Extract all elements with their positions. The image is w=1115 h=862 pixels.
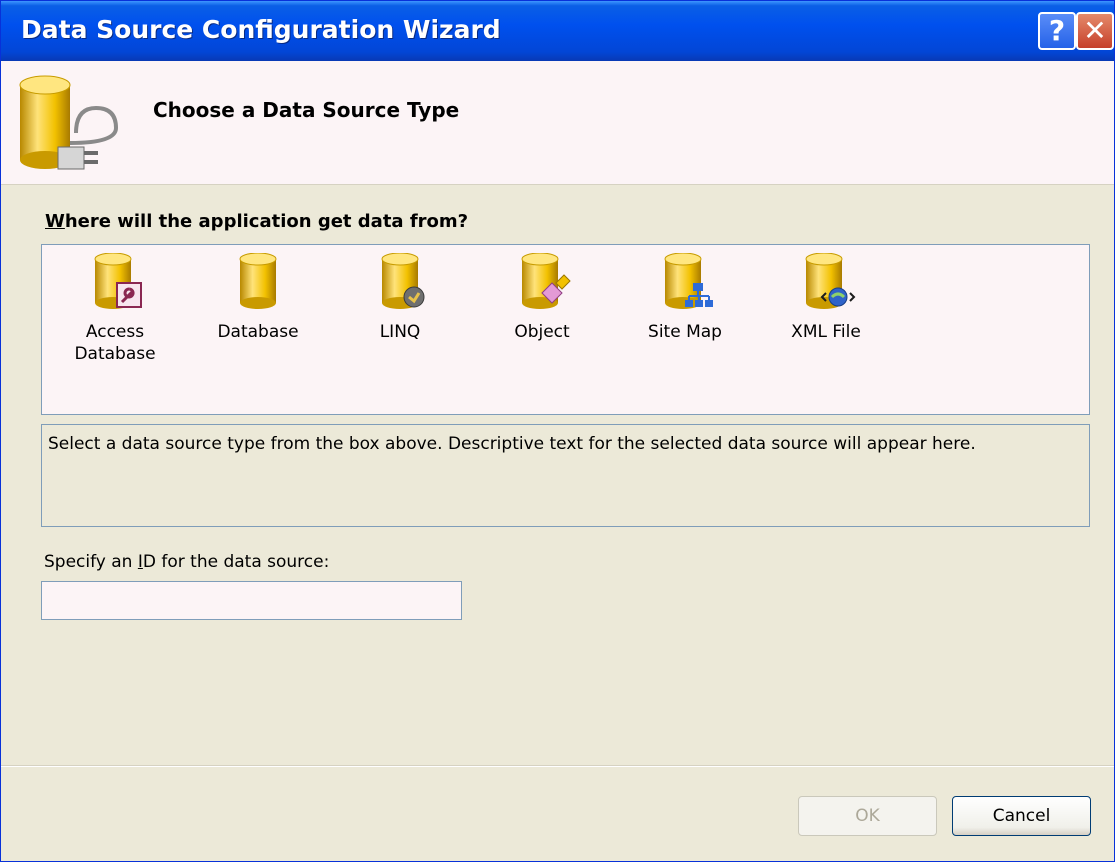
question-text: here will the application get data from? — [64, 211, 469, 232]
source-label-line1: Database — [217, 322, 299, 342]
source-description-text: Select a data source type from the box a… — [48, 434, 976, 454]
source-label-line2: Database — [74, 344, 156, 364]
database-plug-icon — [19, 75, 119, 170]
source-label-line1: Object — [514, 322, 570, 342]
close-icon: ✕ — [1083, 14, 1107, 47]
help-icon: ? — [1048, 14, 1066, 47]
xml-file-icon — [805, 253, 856, 309]
help-button[interactable]: ? — [1038, 12, 1076, 50]
source-item-xml-file[interactable]: XML File — [771, 253, 881, 343]
source-item-access-database[interactable]: Access Database — [60, 253, 170, 365]
source-item-linq[interactable]: LINQ — [345, 253, 455, 343]
cancel-button[interactable]: Cancel — [952, 796, 1091, 836]
ok-button[interactable]: OK — [798, 796, 937, 836]
close-button[interactable]: ✕ — [1076, 12, 1114, 50]
source-label-line1: Access — [85, 322, 145, 342]
database-icon — [239, 253, 277, 309]
linq-icon — [381, 253, 425, 309]
title-bar[interactable]: Data Source Configuration Wizard ? ✕ — [1, 1, 1114, 61]
access-database-icon — [94, 253, 142, 309]
site-map-icon — [664, 253, 713, 309]
id-field-label: Specify an ID for the data source: — [44, 552, 329, 572]
window-title: Data Source Configuration Wizard — [21, 15, 501, 44]
source-description-box: Select a data source type from the box a… — [41, 424, 1090, 527]
id-label-prefix: Specify an — [44, 552, 138, 572]
footer-separator — [1, 765, 1114, 767]
source-item-object[interactable]: Object — [487, 253, 597, 343]
source-item-site-map[interactable]: Site Map — [630, 253, 740, 343]
wizard-window: Data Source Configuration Wizard ? ✕ Cho… — [0, 0, 1115, 862]
id-label-suffix: D for the data source: — [142, 552, 330, 572]
wizard-header: Choose a Data Source Type — [1, 61, 1114, 185]
source-label-line1: XML File — [791, 322, 861, 342]
data-source-type-list[interactable]: Access Database Database LINQ Object Sit… — [41, 244, 1090, 415]
object-icon — [521, 253, 571, 309]
source-label-line1: Site Map — [648, 322, 722, 342]
source-label-line1: LINQ — [379, 322, 421, 342]
data-source-id-input[interactable] — [41, 581, 462, 620]
page-heading: Choose a Data Source Type — [153, 98, 460, 122]
source-item-database[interactable]: Database — [203, 253, 313, 343]
question-mnemonic: W — [45, 211, 65, 232]
source-question-label: Where will the application get data from… — [45, 211, 468, 232]
